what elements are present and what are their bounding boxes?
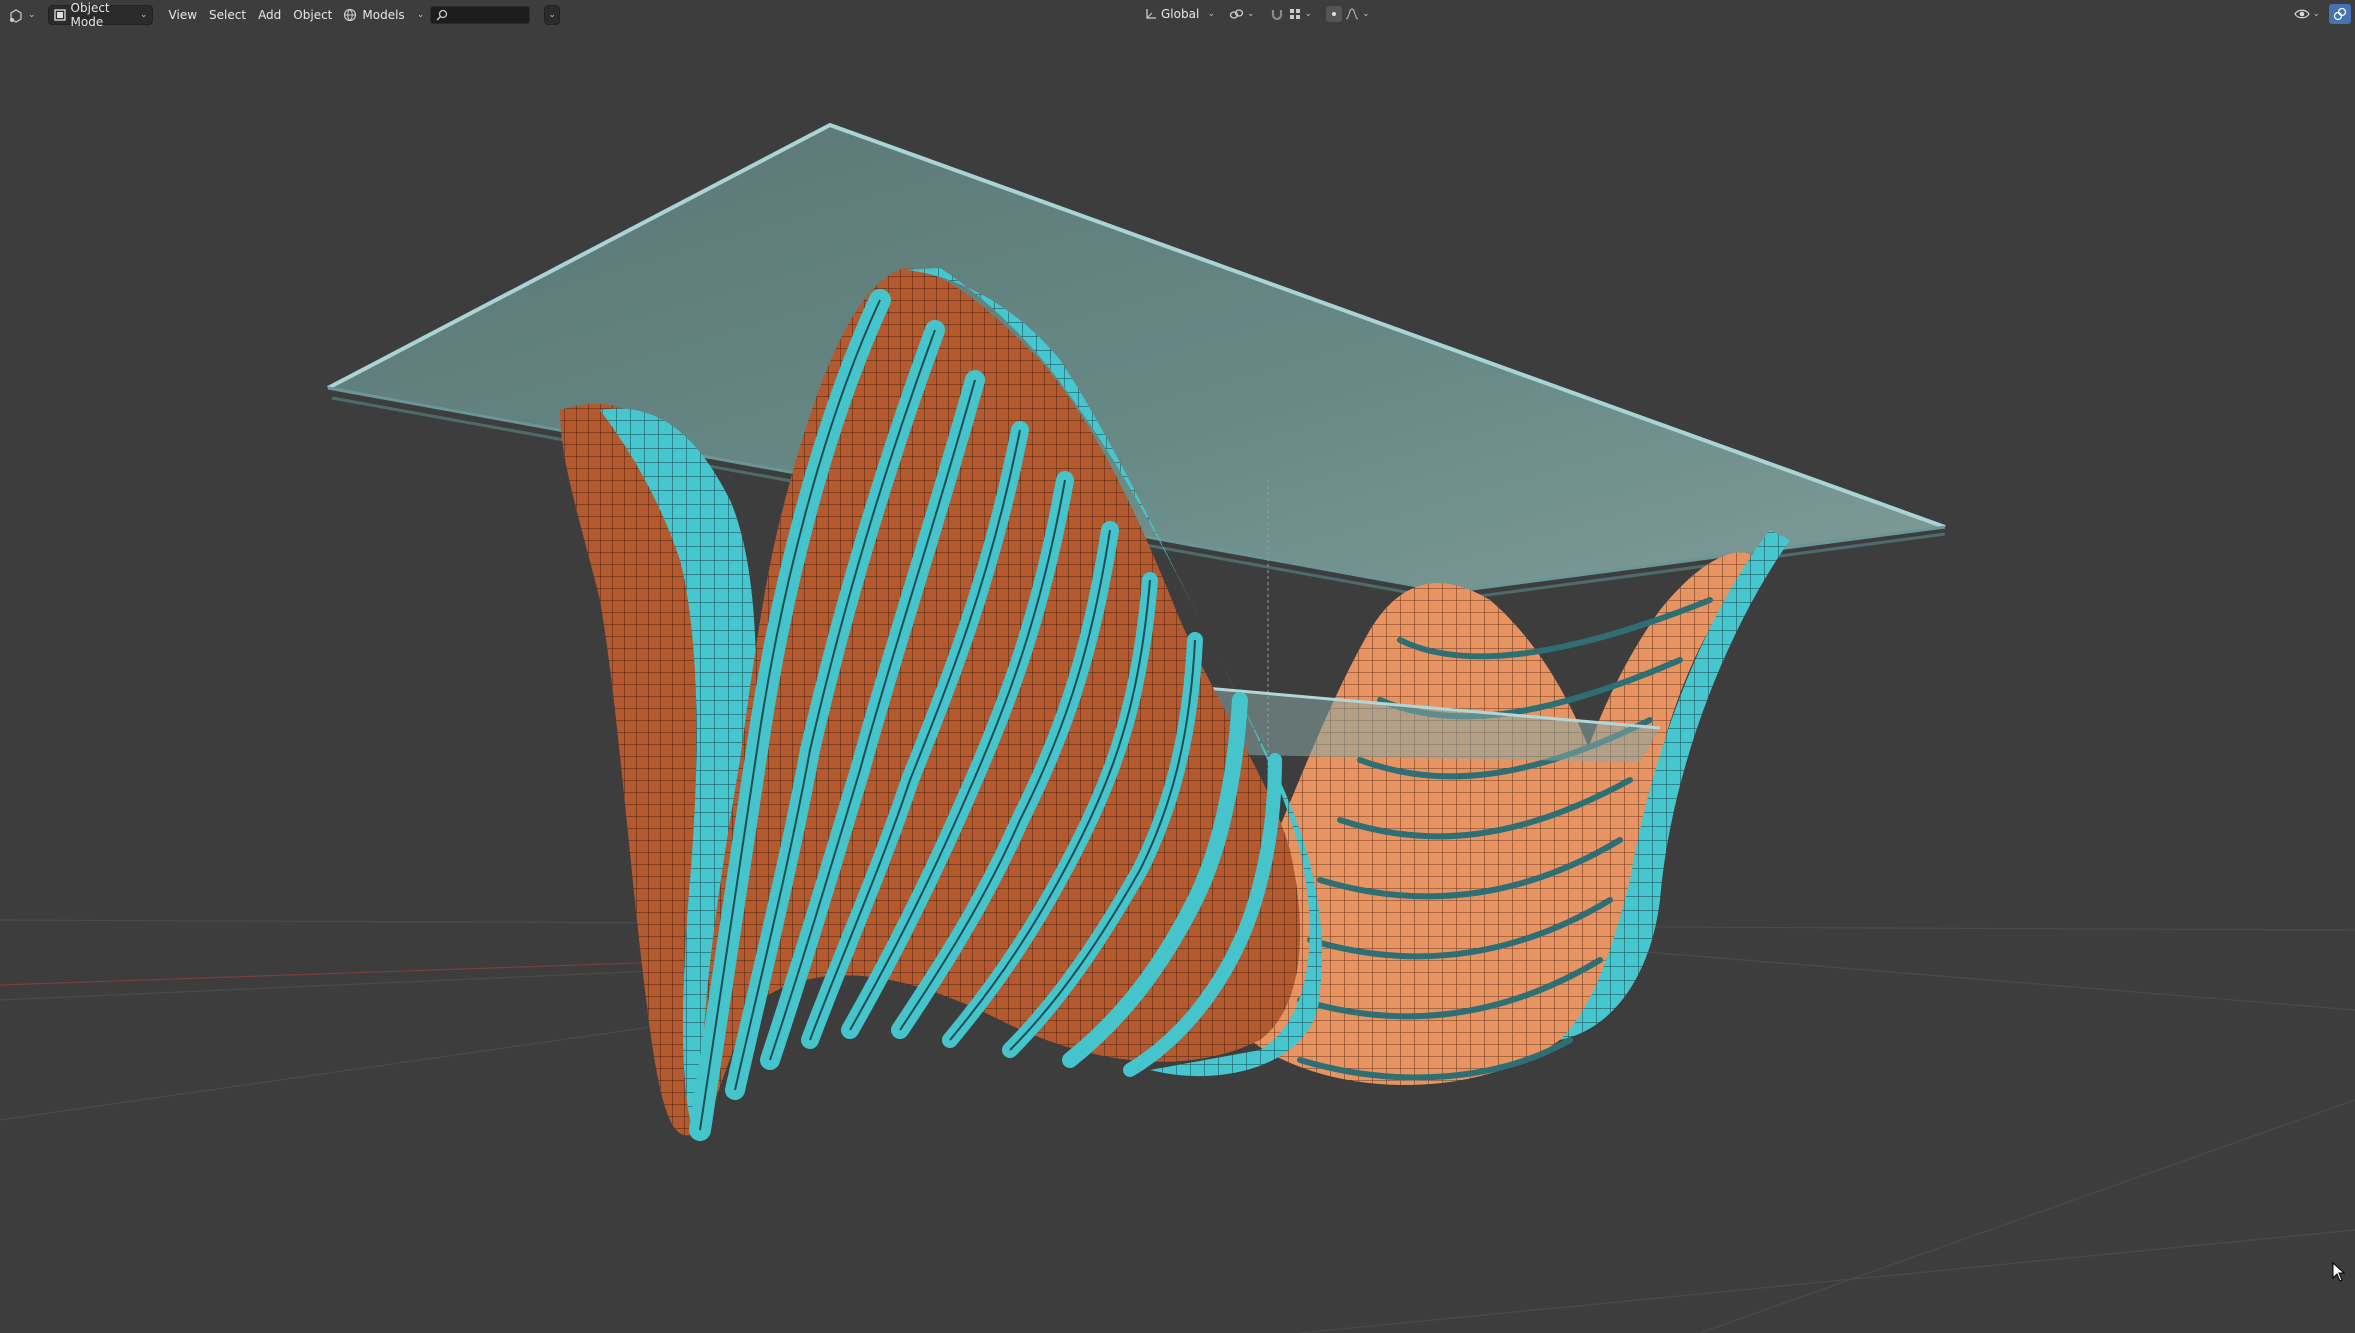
- chevron-down-icon: ⌄: [1247, 9, 1255, 19]
- search-field[interactable]: [430, 6, 531, 24]
- link-chain-icon: [1229, 6, 1245, 22]
- magnet-icon: [1269, 6, 1285, 22]
- orientation-axes-icon: [1143, 6, 1159, 22]
- overlay-icon: [2332, 6, 2348, 22]
- chevron-down-icon: ⌄: [548, 10, 556, 20]
- gizmo-dropdown[interactable]: ⌄: [2291, 4, 2323, 24]
- menu-add[interactable]: Add: [252, 4, 287, 26]
- orientation-dropdown[interactable]: Global ⌄: [1140, 4, 1218, 24]
- globe-icon: [342, 7, 358, 23]
- collection-dropdown[interactable]: Models ⌄: [342, 4, 424, 26]
- mode-dropdown[interactable]: Object Mode ⌄: [47, 1, 153, 29]
- sculpture-right-half[interactable]: [1239, 530, 1790, 1085]
- mouse-cursor-icon: [2332, 1261, 2346, 1286]
- viewport-header: ⌄ Object Mode ⌄ View Select Add Object M…: [0, 0, 2355, 30]
- grid-snap-icon: [1287, 6, 1303, 22]
- snap-toggle[interactable]: ⌄: [1266, 4, 1316, 24]
- orientation-label: Global: [1161, 7, 1200, 21]
- filter-button[interactable]: ⌄: [544, 5, 560, 25]
- chevron-down-icon: ⌄: [1304, 9, 1313, 19]
- pivot-point-dropdown[interactable]: ⌄: [1226, 4, 1258, 24]
- chevron-down-icon: ⌄: [2312, 9, 2320, 19]
- search-icon: [435, 7, 449, 23]
- object-mode-icon: [53, 7, 67, 23]
- search-input[interactable]: [449, 8, 530, 22]
- menu-view[interactable]: View: [163, 4, 203, 26]
- collection-label: Models: [362, 8, 405, 22]
- overlay-toggle[interactable]: [2329, 4, 2351, 24]
- proportional-edit-toggle[interactable]: ⌄: [1323, 4, 1373, 24]
- 3d-viewport-icon: [8, 7, 24, 23]
- proportional-edit-icon: [1326, 6, 1343, 22]
- transform-tools: Global ⌄ ⌄ ⌄ ⌄: [1140, 4, 1373, 24]
- filter-dropdown[interactable]: ⌄: [544, 4, 560, 26]
- viewport-right-tools: ⌄: [2291, 4, 2351, 24]
- menu-select[interactable]: Select: [203, 4, 252, 26]
- chevron-down-icon: ⌄: [416, 10, 425, 20]
- menu-object[interactable]: Object: [287, 4, 338, 26]
- chevron-down-icon: ⌄: [1362, 9, 1370, 19]
- menu-bar: View Select Add Object: [163, 4, 339, 26]
- eye-gizmo-icon: [2294, 6, 2311, 22]
- falloff-curve-icon: [1344, 6, 1360, 22]
- chevron-down-icon: ⌄: [1207, 9, 1215, 19]
- 3d-viewport[interactable]: [0, 30, 2355, 1333]
- editor-type-dropdown[interactable]: ⌄: [4, 5, 40, 25]
- chevron-down-icon: ⌄: [140, 10, 148, 20]
- chevron-down-icon: ⌄: [28, 10, 36, 20]
- mode-label: Object Mode: [70, 1, 110, 29]
